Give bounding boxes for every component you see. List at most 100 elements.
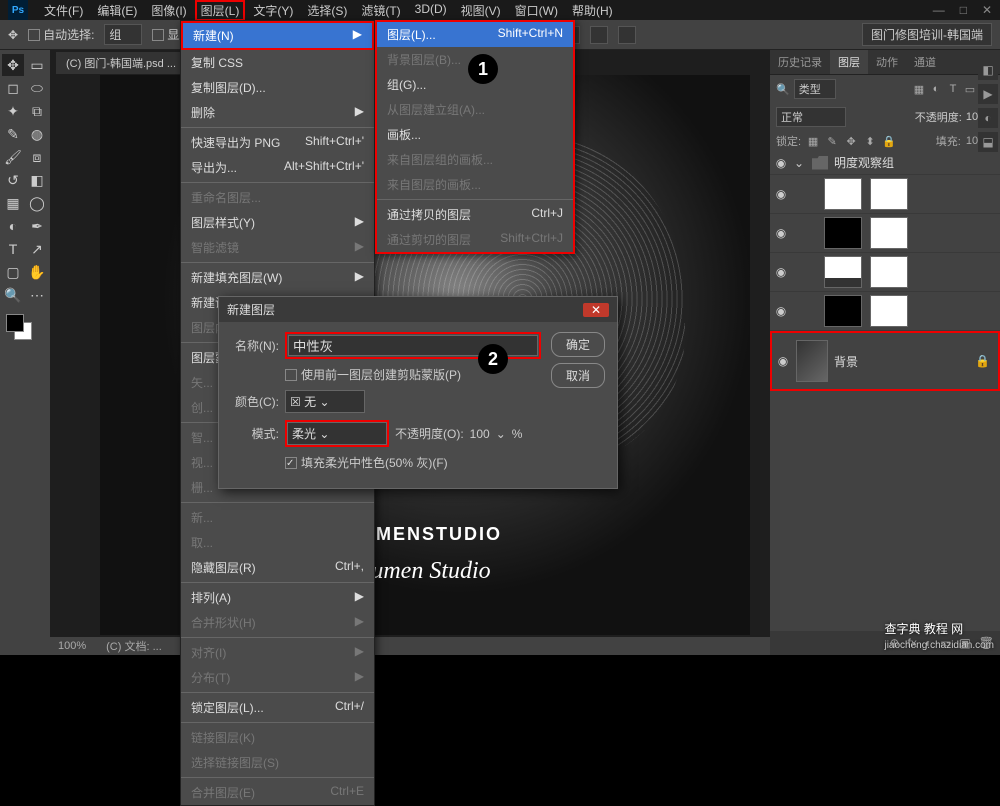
- marquee-tool[interactable]: ◻: [2, 77, 24, 99]
- mask-thumbnail[interactable]: [870, 217, 908, 249]
- menu-help[interactable]: 帮助(H): [566, 0, 619, 21]
- submenu-item[interactable]: 通过拷贝的图层Ctrl+J: [377, 202, 573, 227]
- edit-toolbar[interactable]: ⋯: [26, 284, 48, 306]
- layer-name[interactable]: 背景: [834, 353, 969, 370]
- mode-select[interactable]: 柔光 ⌄: [287, 422, 387, 445]
- filter-adjust-icon[interactable]: ◐: [929, 82, 943, 96]
- path-tool[interactable]: ↗: [26, 238, 48, 260]
- layer-thumbnail[interactable]: [824, 217, 862, 249]
- eraser-tool[interactable]: ◧: [26, 169, 48, 191]
- background-layer-row[interactable]: ◉ 背景 🔒: [770, 331, 1000, 391]
- lock-paint-icon[interactable]: ✎: [825, 134, 839, 148]
- move-tool[interactable]: ✥: [2, 54, 24, 76]
- menu-item[interactable]: 导出为...Alt+Shift+Ctrl+': [181, 155, 374, 180]
- zoom-level[interactable]: 100%: [58, 640, 86, 652]
- foreground-color[interactable]: [6, 314, 24, 332]
- menu-select[interactable]: 选择(S): [301, 0, 353, 21]
- filter-type-icon[interactable]: T: [946, 82, 960, 96]
- auto-select-checkbox[interactable]: 自动选择:: [28, 26, 94, 43]
- mask-thumbnail[interactable]: [870, 178, 908, 210]
- menu-file[interactable]: 文件(F): [38, 0, 89, 21]
- blend-mode-select[interactable]: 正常: [776, 107, 846, 127]
- mask-thumbnail[interactable]: [870, 256, 908, 288]
- lock-pixels-icon[interactable]: ▦: [806, 134, 820, 148]
- crop-tool[interactable]: ⧉: [26, 100, 48, 122]
- layer-thumbnail[interactable]: [824, 256, 862, 288]
- close-button[interactable]: ✕: [982, 3, 992, 17]
- tab-history[interactable]: 历史记录: [770, 50, 830, 74]
- layer-thumbnail[interactable]: [796, 340, 828, 382]
- collapsed-panel-icon[interactable]: ◧: [978, 60, 998, 80]
- shape-tool[interactable]: ▢: [2, 261, 24, 283]
- blur-tool[interactable]: ◯: [26, 192, 48, 214]
- dodge-tool[interactable]: ◐: [2, 215, 24, 237]
- menu-layer[interactable]: 图层(L): [195, 0, 246, 21]
- collapsed-panel-icon[interactable]: ◐: [978, 108, 998, 128]
- menu-filter[interactable]: 滤镜(T): [355, 0, 406, 21]
- menu-item[interactable]: 排列(A)▶: [181, 585, 374, 610]
- dialog-titlebar[interactable]: 新建图层 ✕: [219, 297, 617, 322]
- opacity-dropdown-icon[interactable]: ⌄: [496, 427, 506, 441]
- artboard-tool[interactable]: ▭: [26, 54, 48, 76]
- doc-info[interactable]: (C) 文档: ...: [106, 638, 162, 654]
- lock-all-icon[interactable]: 🔒: [882, 134, 896, 148]
- fill-neutral-checkbox[interactable]: 填充柔光中性色(50% 灰)(F): [285, 454, 448, 471]
- wand-tool[interactable]: ✦: [2, 100, 24, 122]
- layer-thumbnail[interactable]: [824, 178, 862, 210]
- visibility-icon[interactable]: ◉: [774, 156, 788, 170]
- mask-thumbnail[interactable]: [870, 295, 908, 327]
- tab-actions[interactable]: 动作: [868, 50, 906, 74]
- brush-tool[interactable]: 🖌: [2, 146, 24, 168]
- layer-thumbnail[interactable]: [824, 295, 862, 327]
- type-tool[interactable]: T: [2, 238, 24, 260]
- history-brush-tool[interactable]: ↺: [2, 169, 24, 191]
- collapsed-panel-icon[interactable]: ▶: [978, 84, 998, 104]
- menu-edit[interactable]: 编辑(E): [91, 0, 143, 21]
- layer-row[interactable]: ◉: [770, 175, 1000, 214]
- color-swatches[interactable]: [2, 312, 48, 342]
- visibility-icon[interactable]: ◉: [776, 354, 790, 368]
- pen-tool[interactable]: ✒: [26, 215, 48, 237]
- dialog-close-button[interactable]: ✕: [583, 303, 609, 317]
- visibility-icon[interactable]: ◉: [774, 226, 788, 240]
- menu-3d[interactable]: 3D(D): [409, 0, 453, 21]
- menu-view[interactable]: 视图(V): [455, 0, 507, 21]
- heal-tool[interactable]: ◍: [26, 123, 48, 145]
- visibility-icon[interactable]: ◉: [774, 304, 788, 318]
- minimize-button[interactable]: —: [933, 3, 945, 17]
- menu-type[interactable]: 文字(Y): [247, 0, 299, 21]
- maximize-button[interactable]: □: [960, 3, 967, 17]
- filter-kind-select[interactable]: 类型: [794, 79, 836, 99]
- collapsed-panel-icon[interactable]: ⬓: [978, 132, 998, 152]
- lasso-tool[interactable]: ⬭: [26, 77, 48, 99]
- layer-row[interactable]: ◉: [770, 214, 1000, 253]
- lock-artboard-icon[interactable]: ⬍: [863, 134, 877, 148]
- doc-title-field[interactable]: 图门修图培训-韩国端: [862, 23, 992, 46]
- eyedropper-tool[interactable]: ✎: [2, 123, 24, 145]
- lock-position-icon[interactable]: ✥: [844, 134, 858, 148]
- visibility-icon[interactable]: ◉: [774, 187, 788, 201]
- menu-item[interactable]: 隐藏图层(R)Ctrl+,: [181, 555, 374, 580]
- submenu-item[interactable]: 画板...: [377, 122, 573, 147]
- filter-shape-icon[interactable]: ▭: [963, 82, 977, 96]
- menu-item[interactable]: 复制 CSS: [181, 50, 374, 75]
- color-select[interactable]: ☒ 无 ⌄: [285, 390, 365, 413]
- layer-name[interactable]: 明度观察组: [834, 154, 996, 171]
- filter-pixel-icon[interactable]: ▦: [912, 82, 926, 96]
- menu-window[interactable]: 窗口(W): [509, 0, 564, 21]
- submenu-item[interactable]: 图层(L)...Shift+Ctrl+N: [377, 22, 573, 47]
- clip-mask-checkbox[interactable]: 使用前一图层创建剪贴蒙版(P): [285, 366, 461, 383]
- layer-row[interactable]: ◉: [770, 292, 1000, 331]
- hand-tool[interactable]: ✋: [26, 261, 48, 283]
- cancel-button[interactable]: 取消: [551, 363, 605, 388]
- menu-item[interactable]: 快速导出为 PNGShift+Ctrl+': [181, 130, 374, 155]
- opacity-value[interactable]: 100: [470, 427, 490, 441]
- menu-item[interactable]: 新建(N)▶: [181, 21, 374, 50]
- layer-row[interactable]: ◉: [770, 253, 1000, 292]
- document-tab[interactable]: (C) 图门-韩国端.psd ...: [56, 52, 186, 74]
- menu-item[interactable]: 删除▶: [181, 100, 374, 125]
- ok-button[interactable]: 确定: [551, 332, 605, 357]
- visibility-icon[interactable]: ◉: [774, 265, 788, 279]
- menu-image[interactable]: 图像(I): [145, 0, 192, 21]
- tab-layers[interactable]: 图层: [830, 50, 868, 74]
